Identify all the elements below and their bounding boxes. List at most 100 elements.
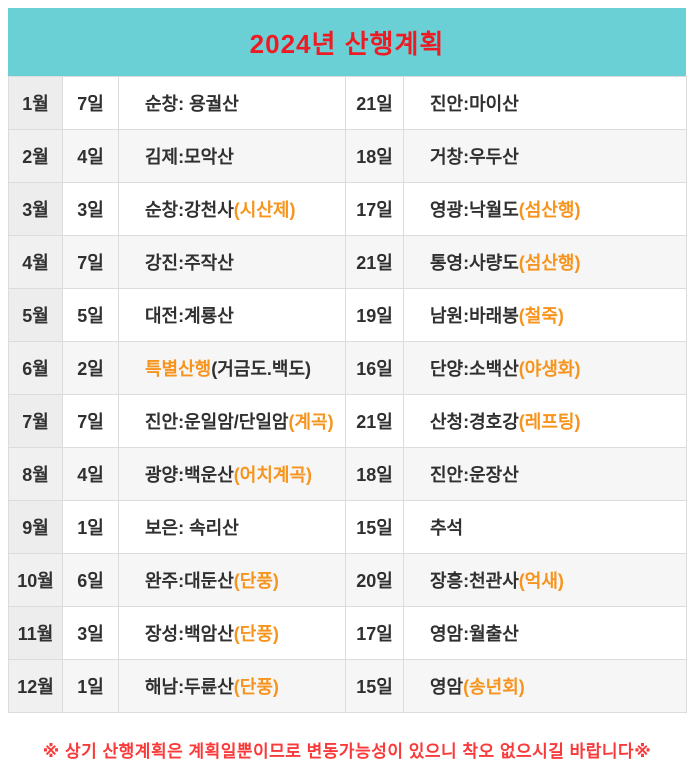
table-row: 7월 7일 진안:운일암/단일암(계곡) 21일 산청:경호강(레프팅) [8, 394, 687, 448]
first-destination-cell: 광양:백운산(어치계곡) [118, 447, 346, 501]
destination-accent-text: (레프팅) [518, 412, 581, 432]
second-destination-cell: 남원:바래봉(철죽) [403, 288, 687, 342]
month-cell: 7월 [8, 394, 63, 448]
hiking-schedule-page: 2024년 산행계획 1월 7일 순창: 용궐산 21일 진안:마이산 2월 4… [0, 0, 694, 762]
month-cell: 4월 [8, 235, 63, 289]
disclaimer-note: ※ 상기 산행계획은 계획일뿐이므로 변동가능성이 있으니 착오 없으시길 바랍… [42, 742, 652, 761]
second-day-cell: 18일 [345, 447, 404, 501]
destination-text: 거창:우두산 [430, 147, 519, 167]
page-title: 2024년 산행계획 [249, 28, 445, 59]
destination-text: 보은: 속리산 [145, 518, 239, 538]
second-day-cell: 15일 [345, 659, 404, 713]
month-cell: 1월 [8, 76, 63, 130]
destination-text: 장성:백암산 [145, 624, 234, 644]
second-destination-cell: 영암:월출산 [403, 606, 687, 660]
second-destination-cell: 영광:낙월도(섬산행) [403, 182, 687, 236]
second-destination-cell: 진안:운장산 [403, 447, 687, 501]
first-destination-cell: 특별산행(거금도.백도) [118, 341, 346, 395]
first-day-cell: 7일 [62, 76, 119, 130]
destination-text: 진안:운장산 [430, 465, 519, 485]
destination-accent-text: (단풍) [233, 571, 279, 591]
month-cell: 9월 [8, 500, 63, 554]
destination-text: 산청:경호강 [430, 412, 519, 432]
month-cell: 11월 [8, 606, 63, 660]
destination-text: 남원:바래봉 [430, 306, 519, 326]
destination-accent-text: (계곡) [288, 412, 334, 432]
first-day-cell: 1일 [62, 500, 119, 554]
month-cell: 6월 [8, 341, 63, 395]
destination-text: 진안:마이산 [430, 94, 519, 114]
table-row: 11월 3일 장성:백암산(단풍) 17일 영암:월출산 [8, 606, 687, 660]
destination-text: 강진:주작산 [145, 253, 234, 273]
month-cell: 8월 [8, 447, 63, 501]
table-row: 1월 7일 순창: 용궐산 21일 진안:마이산 [8, 76, 687, 130]
destination-text: 순창: 용궐산 [145, 94, 239, 114]
first-destination-cell: 장성:백암산(단풍) [118, 606, 346, 660]
second-destination-cell: 진안:마이산 [403, 76, 687, 130]
first-destination-cell: 완주:대둔산(단풍) [118, 553, 346, 607]
destination-accent-text: (섬산행) [518, 253, 581, 273]
second-destination-cell: 통영:사량도(섬산행) [403, 235, 687, 289]
month-cell: 10월 [8, 553, 63, 607]
table-row: 10월 6일 완주:대둔산(단풍) 20일 장흥:천관사(억새) [8, 553, 687, 607]
first-destination-cell: 강진:주작산 [118, 235, 346, 289]
first-destination-cell: 순창: 용궐산 [118, 76, 346, 130]
first-destination-cell: 보은: 속리산 [118, 500, 346, 554]
first-day-cell: 2일 [62, 341, 119, 395]
destination-text: 영암 [430, 677, 464, 697]
table-row: 12월 1일 해남:두륜산(단풍) 15일 영암(송년회) [8, 659, 687, 713]
title-banner: 2024년 산행계획 [8, 8, 686, 76]
second-destination-cell: 추석 [403, 500, 687, 554]
destination-text: 해남:두륜산 [145, 677, 234, 697]
first-day-cell: 1일 [62, 659, 119, 713]
destination-text: 단양:소백산 [430, 359, 519, 379]
destination-text: 장흥:천관사 [430, 571, 519, 591]
destination-accent-text: (억새) [518, 571, 564, 591]
first-day-cell: 4일 [62, 129, 119, 183]
second-day-cell: 18일 [345, 129, 404, 183]
table-row: 4월 7일 강진:주작산 21일 통영:사량도(섬산행) [8, 235, 687, 289]
table-row: 8월 4일 광양:백운산(어치계곡) 18일 진안:운장산 [8, 447, 687, 501]
destination-text: 김제:모악산 [145, 147, 234, 167]
table-row: 6월 2일 특별산행(거금도.백도) 16일 단양:소백산(야생화) [8, 341, 687, 395]
first-destination-cell: 진안:운일암/단일암(계곡) [118, 394, 346, 448]
destination-text: 완주:대둔산 [145, 571, 234, 591]
destination-accent-text: (철죽) [518, 306, 564, 326]
destination-text: 통영:사량도 [430, 253, 519, 273]
destination-text: 추석 [430, 518, 464, 538]
second-destination-cell: 영암(송년회) [403, 659, 687, 713]
destination-accent-text: (어치계곡) [233, 465, 313, 485]
destination-post-text: (거금도.백도) [211, 359, 312, 379]
month-cell: 3월 [8, 182, 63, 236]
destination-text: 영암:월출산 [430, 624, 519, 644]
first-destination-cell: 해남:두륜산(단풍) [118, 659, 346, 713]
schedule-table: 1월 7일 순창: 용궐산 21일 진안:마이산 2월 4일 김제:모악산 18… [8, 76, 687, 713]
second-day-cell: 19일 [345, 288, 404, 342]
second-day-cell: 21일 [345, 394, 404, 448]
destination-text: 영광:낙월도 [430, 200, 519, 220]
second-destination-cell: 거창:우두산 [403, 129, 687, 183]
second-day-cell: 21일 [345, 76, 404, 130]
destination-accent-text: (단풍) [233, 624, 279, 644]
second-day-cell: 20일 [345, 553, 404, 607]
first-day-cell: 7일 [62, 394, 119, 448]
destination-accent-text: 특별산행 [145, 359, 212, 379]
schedule-table-body: 1월 7일 순창: 용궐산 21일 진안:마이산 2월 4일 김제:모악산 18… [8, 76, 687, 713]
second-day-cell: 17일 [345, 606, 404, 660]
destination-accent-text: (야생화) [518, 359, 581, 379]
table-row: 5월 5일 대전:계룡산 19일 남원:바래봉(철죽) [8, 288, 687, 342]
first-day-cell: 6일 [62, 553, 119, 607]
second-destination-cell: 장흥:천관사(억새) [403, 553, 687, 607]
month-cell: 2월 [8, 129, 63, 183]
second-day-cell: 17일 [345, 182, 404, 236]
month-cell: 12월 [8, 659, 63, 713]
table-row: 2월 4일 김제:모악산 18일 거창:우두산 [8, 129, 687, 183]
first-day-cell: 7일 [62, 235, 119, 289]
table-row: 9월 1일 보은: 속리산 15일 추석 [8, 500, 687, 554]
first-destination-cell: 대전:계룡산 [118, 288, 346, 342]
first-day-cell: 3일 [62, 606, 119, 660]
destination-accent-text: (송년회) [463, 677, 525, 697]
destination-text: 대전:계룡산 [145, 306, 234, 326]
destination-text: 순창:강천사 [145, 200, 234, 220]
first-day-cell: 4일 [62, 447, 119, 501]
